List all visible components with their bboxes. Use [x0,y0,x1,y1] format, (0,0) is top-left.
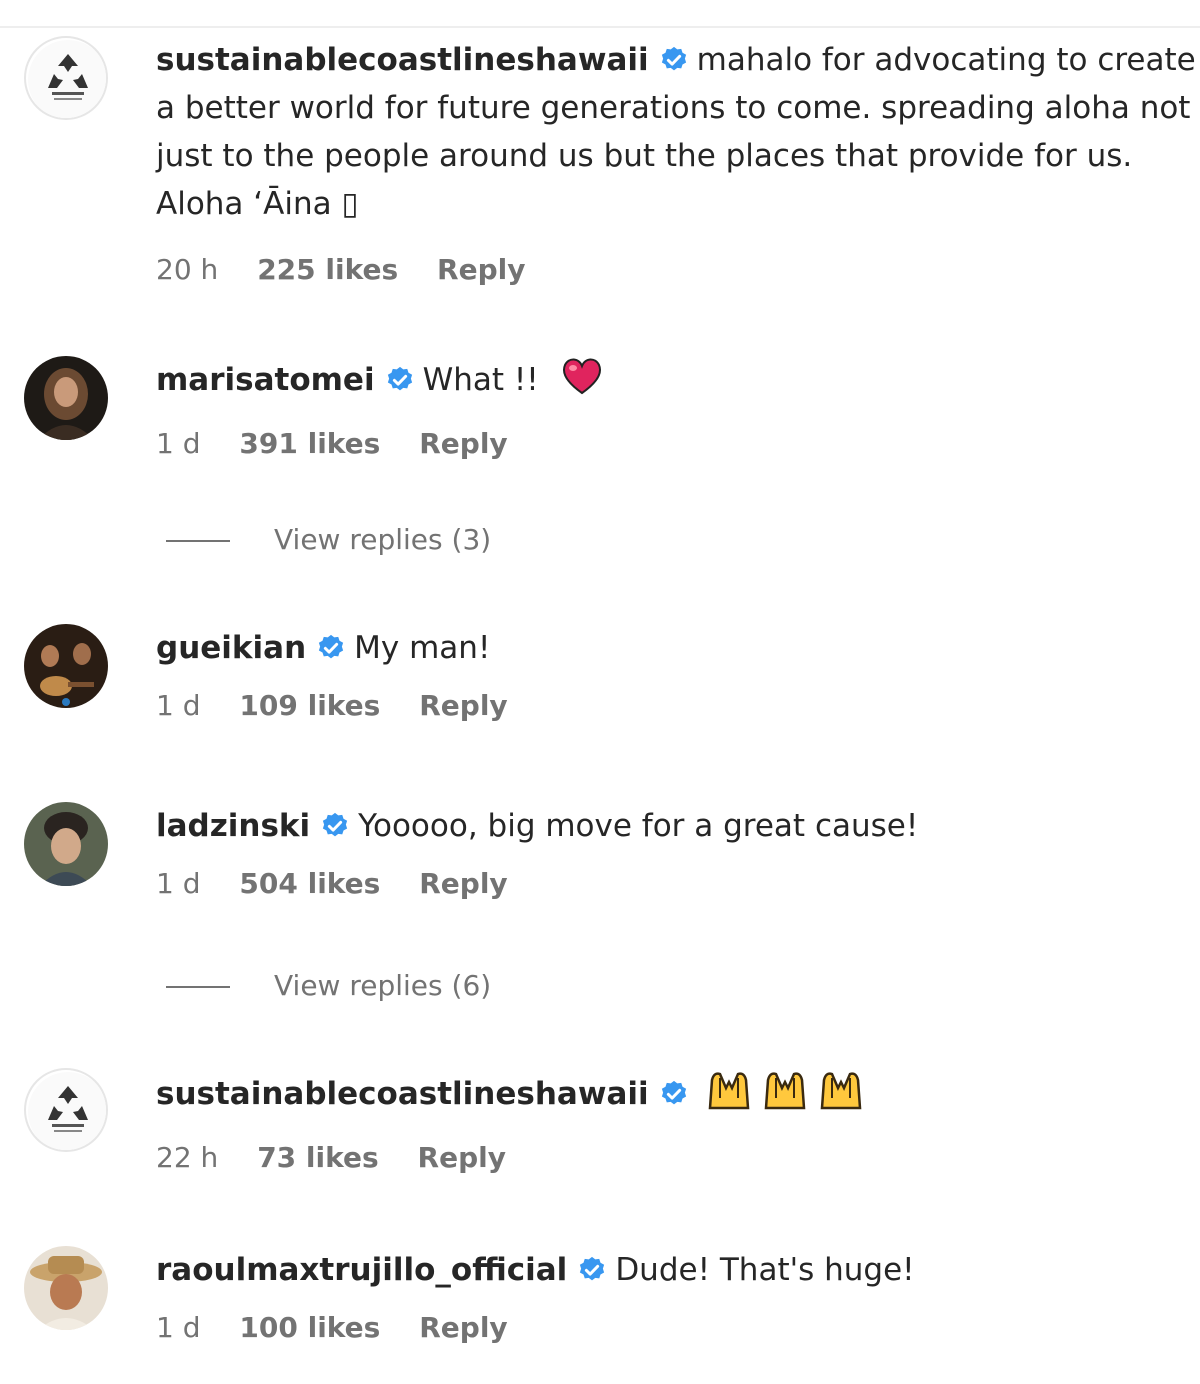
comment-body: ladzinski Yooooo, big move for a great ca… [156,802,1200,904]
avatar[interactable] [24,624,108,708]
comment-text-line: raoulmaxtrujillo_official Dude! That's hu… [156,1246,1200,1294]
comment-meta: 1 d 391 likes Reply [156,424,1200,464]
red-heart-emoji [561,356,603,410]
username-link[interactable]: marisatomei [156,362,375,398]
reply-button[interactable]: Reply [419,864,507,904]
reply-button[interactable]: Reply [437,250,525,290]
avatar[interactable] [24,356,108,440]
reply-button[interactable]: Reply [419,424,507,464]
comment-text-line: ladzinski Yooooo, big move for a great ca… [156,802,1200,850]
reply-button[interactable]: Reply [419,686,507,726]
likes-count[interactable]: 391 likes [239,424,380,464]
timestamp[interactable]: 1 d [156,1308,201,1348]
username-link[interactable]: ladzinski [156,808,310,844]
comment-meta: 1 d 109 likes Reply [156,686,1200,726]
likes-count[interactable]: 225 likes [257,250,398,290]
comment-text-line: gueikian My man! [156,624,1200,672]
reply-button[interactable]: Reply [418,1138,506,1178]
likes-count[interactable]: 504 likes [239,864,380,904]
username-link[interactable]: sustainablecoastlineshawaii [156,42,649,78]
raising-hands-emoji [706,1068,752,1124]
likes-count[interactable]: 73 likes [257,1138,378,1178]
view-replies-label: View replies (6) [274,969,492,1002]
comment-meta: 22 h 73 likes Reply [156,1138,1200,1178]
comment-text-line: marisatomei What !! [156,356,1200,410]
comment-body: gueikian My man! 1 d 109 likes Reply [156,624,1200,726]
raising-hands-emoji [762,1068,808,1124]
likes-count[interactable]: 100 likes [239,1308,380,1348]
comment-meta: 1 d 100 likes Reply [156,1308,1200,1348]
verified-badge-icon [385,365,415,395]
view-replies-button[interactable]: View replies (3) [166,520,491,560]
reply-button[interactable]: Reply [419,1308,507,1348]
comment-text: What !! [422,362,539,398]
view-replies-label: View replies (3) [274,523,492,556]
verified-badge-icon [659,1079,689,1109]
avatar[interactable] [24,802,108,886]
comment-meta: 1 d 504 likes Reply [156,864,1200,904]
timestamp[interactable]: 22 h [156,1138,218,1178]
timestamp[interactable]: 1 d [156,424,201,464]
comment-body: sustainablecoastlineshawaii 22 h 73 like… [156,1068,1200,1178]
verified-badge-icon [659,45,689,75]
verified-badge-icon [577,1255,607,1285]
username-link[interactable]: sustainablecoastlineshawaii [156,1076,649,1112]
comment-text: My man! [354,630,491,666]
comment-body: marisatomei What !! 1 d 391 likes Reply [156,356,1200,464]
comment-body: raoulmaxtrujillo_official Dude! That's hu… [156,1246,1200,1348]
likes-count[interactable]: 109 likes [239,686,380,726]
comment-body: sustainablecoastlineshawaii mahalo for ad… [156,36,1200,290]
comment-meta: 20 h 225 likes Reply [156,250,1200,290]
timestamp[interactable]: 20 h [156,250,218,290]
verified-badge-icon [320,811,350,841]
username-link[interactable]: gueikian [156,630,306,666]
comment-text-line: sustainablecoastlineshawaii mahalo for ad… [156,36,1200,228]
comment-text: Dude! That's huge! [615,1252,915,1288]
avatar[interactable] [24,1068,108,1152]
timestamp[interactable]: 1 d [156,686,201,726]
view-replies-button[interactable]: View replies (6) [166,966,491,1006]
timestamp[interactable]: 1 d [156,864,201,904]
reply-divider-line [166,986,230,988]
verified-badge-icon [316,633,346,663]
avatar[interactable] [24,36,108,120]
username-link[interactable]: raoulmaxtrujillo_official [156,1252,567,1288]
comment-text-line: sustainablecoastlineshawaii [156,1068,1200,1124]
top-divider [0,26,1200,28]
avatar[interactable] [24,1246,108,1330]
comment-text: Yooooo, big move for a great cause! [358,808,919,844]
reply-divider-line [166,540,230,542]
raising-hands-emoji [818,1068,864,1124]
